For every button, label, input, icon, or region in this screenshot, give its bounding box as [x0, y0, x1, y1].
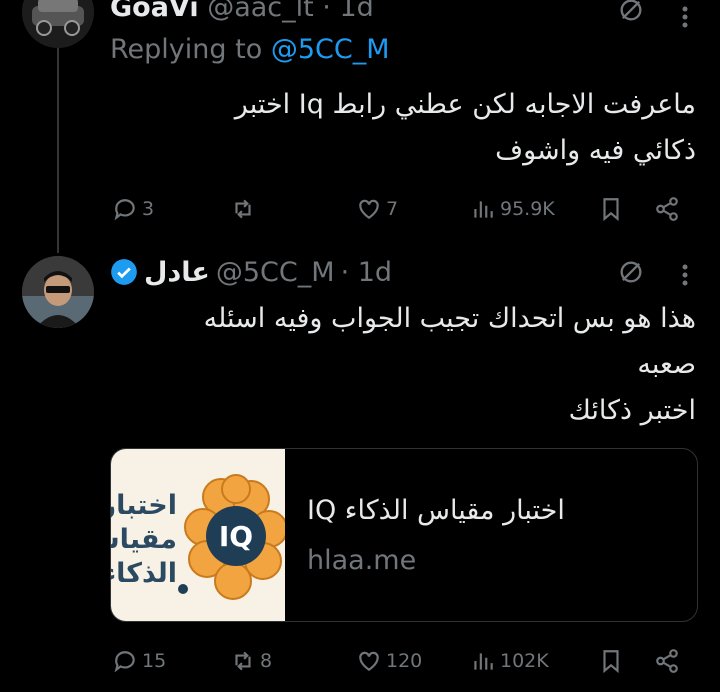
more-icon[interactable]	[681, 264, 689, 290]
like-count: 7	[386, 198, 399, 220]
retweet-button[interactable]	[230, 196, 260, 222]
card-title: اختبار مقياس الذكاء IQ	[307, 495, 565, 526]
display-name[interactable]: GoaVi	[110, 0, 199, 23]
share-icon	[656, 649, 678, 673]
thumb-text-line3: الذكاء	[111, 558, 177, 589]
views-icon	[474, 201, 493, 218]
reply-icon	[114, 651, 135, 673]
share-icon	[656, 197, 678, 221]
reply-count: 3	[142, 198, 155, 220]
reply-button[interactable]: 15	[112, 648, 166, 674]
card-domain: hlaa.me	[307, 545, 417, 576]
tweet2-text-line2: صعبه	[637, 349, 696, 380]
tweet2-text-line3: اختبر ذكائك	[568, 395, 696, 426]
avatar-adel[interactable]	[22, 256, 94, 328]
view-count: 95.9K	[500, 198, 555, 220]
views-icon	[474, 653, 493, 670]
retweet-icon	[235, 199, 251, 219]
tweet2-header: عادل @5CC_M · 1d	[110, 254, 392, 290]
views-button[interactable]: 102K	[470, 648, 549, 674]
tweet1-text: ماعرفت الاجابه لكن عطني رابط Iq اختبر ذك…	[106, 82, 696, 174]
view-count: 102K	[500, 650, 549, 672]
avatar-person-image	[22, 256, 94, 328]
like-button[interactable]: 120	[356, 648, 422, 674]
display-name[interactable]: عادل	[144, 257, 210, 288]
bookmark-button[interactable]	[598, 196, 624, 222]
retweet-icon	[235, 651, 251, 671]
views-button[interactable]: 95.9K	[470, 196, 555, 222]
share-button[interactable]	[654, 196, 680, 222]
tweet2-text-line1: هذا هو بس اتحداك تجيب الجواب وفيه اسئله	[203, 303, 696, 334]
bookmark-icon	[603, 650, 619, 674]
handle[interactable]: @5CC_M	[216, 257, 335, 288]
tweet1-text-line2: ذكائي فيه واشوف	[495, 135, 696, 166]
like-count: 120	[386, 650, 423, 672]
replying-handle-link[interactable]: @5CC_M	[271, 34, 390, 65]
more-icon[interactable]	[681, 6, 689, 32]
replying-to: Replying to @5CC_M	[110, 34, 390, 65]
avatar-goavi[interactable]	[22, 0, 94, 48]
grok-icon[interactable]	[617, 0, 645, 28]
thumb-badge: IQ	[218, 520, 254, 553]
tweet2-text: هذا هو بس اتحداك تجيب الجواب وفيه اسئله …	[106, 296, 696, 434]
thread-connector	[57, 48, 59, 253]
timestamp[interactable]: · 1d	[341, 257, 392, 288]
card-thumbnail: IQ اختبار مقياس الذكاء	[111, 449, 285, 621]
avatar-car-image	[22, 0, 94, 48]
bookmark-icon	[603, 198, 619, 222]
verified-badge-icon	[110, 258, 138, 286]
thumb-text: اختبار مقياس الذكاء	[111, 489, 177, 591]
tweet1-text-line1: ماعرفت الاجابه لكن عطني رابط Iq اختبر	[234, 89, 696, 120]
retweet-count: 8	[260, 650, 273, 672]
link-card[interactable]: IQ اختبار مقياس الذكاء اختبار مقياس الذك…	[110, 448, 698, 622]
share-button[interactable]	[654, 648, 680, 674]
heart-icon	[359, 651, 379, 671]
retweet-button[interactable]: 8	[230, 648, 272, 674]
handle-time[interactable]: @aac_lt · 1d	[207, 0, 374, 23]
thumb-text-line2: مقياس	[111, 524, 177, 555]
grok-icon[interactable]	[617, 258, 645, 290]
heart-icon	[359, 199, 379, 219]
reply-button[interactable]: 3	[112, 196, 154, 222]
replying-prefix: Replying to	[110, 34, 271, 65]
tweet1-header: GoaVi @aac_lt · 1d	[110, 0, 374, 23]
like-button[interactable]: 7	[356, 196, 398, 222]
reply-icon	[114, 199, 135, 221]
bookmark-button[interactable]	[598, 648, 624, 674]
thumb-text-line1: اختبار	[111, 490, 177, 521]
reply-count: 15	[142, 650, 167, 672]
